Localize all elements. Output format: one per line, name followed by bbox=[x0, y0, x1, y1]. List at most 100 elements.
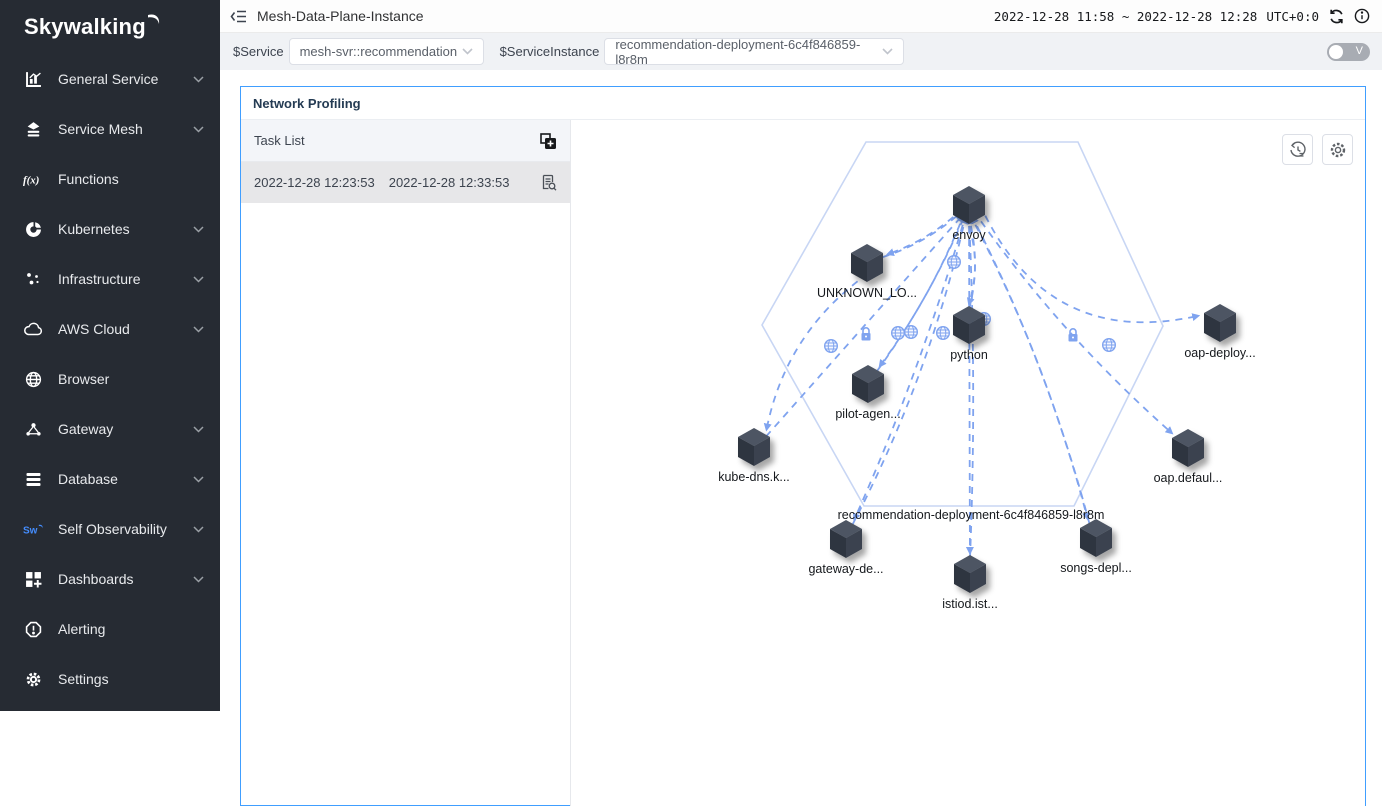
sidebar-item-service-mesh[interactable]: Service Mesh bbox=[0, 104, 220, 154]
sidebar-item-label: General Service bbox=[58, 71, 158, 87]
instance-hexagon-label: recommendation-deployment-6c4f846859-l8r… bbox=[838, 508, 1105, 522]
sidebar-item-dashboards[interactable]: Dashboards bbox=[0, 554, 220, 604]
logo-text: Skywalking bbox=[24, 14, 146, 40]
topology-edge-songs-envoy[interactable] bbox=[973, 217, 1090, 524]
topology-node-unknown[interactable]: UNKNOWN_LO... bbox=[817, 244, 917, 300]
node-label: pilot-agen... bbox=[835, 407, 900, 421]
topology-node-oapdeploy[interactable]: oap-deploy... bbox=[1184, 304, 1255, 360]
sidebar-item-aws-cloud[interactable]: AWS Cloud bbox=[0, 304, 220, 354]
chevron-down-icon bbox=[193, 76, 204, 83]
cube-icon bbox=[852, 365, 884, 403]
new-task-button[interactable] bbox=[539, 132, 557, 150]
gateway-icon bbox=[23, 421, 43, 438]
topology-node-songs[interactable]: songs-depl... bbox=[1060, 519, 1132, 575]
topology-edge-envoy-songs[interactable] bbox=[975, 225, 1087, 519]
sidebar-item-label: Functions bbox=[58, 171, 119, 187]
sidebar-item-database[interactable]: Database bbox=[0, 454, 220, 504]
panel-title: Network Profiling bbox=[241, 87, 1365, 120]
cube-icon bbox=[953, 186, 985, 224]
toggle-label: V bbox=[1356, 45, 1363, 57]
sidebar-item-label: Settings bbox=[58, 671, 109, 687]
service-label: $Service bbox=[233, 44, 284, 59]
self-observability-icon: Sw bbox=[23, 522, 43, 537]
sidebar-item-general-service[interactable]: General Service bbox=[0, 54, 220, 104]
timezone: UTC+0:0 bbox=[1266, 9, 1319, 24]
skywalking-logo[interactable]: Skywalking bbox=[0, 0, 220, 46]
instance-select[interactable]: recommendation-deployment-6c4f846859-l8r… bbox=[604, 38, 904, 65]
task-list-title: Task List bbox=[254, 133, 305, 148]
cube-icon bbox=[953, 306, 985, 344]
topology-node-kubedns[interactable]: kube-dns.k... bbox=[718, 428, 790, 484]
chevron-down-icon bbox=[462, 48, 473, 55]
top-navbar: Mesh-Data-Plane-Instance 2022-12-28 11:5… bbox=[220, 0, 1382, 33]
sidebar-item-label: Service Mesh bbox=[58, 121, 143, 137]
variables-bar: $Service mesh-svr::recommendation $Servi… bbox=[220, 33, 1382, 70]
dashboards-icon bbox=[23, 571, 43, 588]
topology-node-pilot[interactable]: pilot-agen... bbox=[835, 365, 900, 421]
instance-label: $ServiceInstance bbox=[500, 44, 600, 59]
chevron-down-icon bbox=[193, 226, 204, 233]
chevron-down-icon bbox=[882, 48, 893, 55]
cube-icon bbox=[738, 428, 770, 466]
topology-pane: envoy UNKNOWN_LO...python pilot-agen... kub… bbox=[571, 120, 1365, 806]
node-label: UNKNOWN_LO... bbox=[817, 286, 917, 300]
sidebar-menu: General Service Service Mesh f(x) Functions… bbox=[0, 54, 220, 704]
kubernetes-icon bbox=[23, 221, 43, 238]
topology-edge-envoy-oapdeploy[interactable] bbox=[985, 216, 1198, 323]
node-label: kube-dns.k... bbox=[718, 470, 790, 484]
main-area: Mesh-Data-Plane-Instance 2022-12-28 11:5… bbox=[220, 0, 1382, 711]
refresh-icon[interactable] bbox=[1328, 8, 1345, 25]
info-icon[interactable] bbox=[1354, 8, 1370, 24]
topology-node-oapdefault[interactable]: oap.defaul... bbox=[1154, 429, 1223, 485]
cube-icon bbox=[1204, 304, 1236, 342]
topology-node-envoy[interactable]: envoy bbox=[952, 186, 986, 242]
node-label: istiod.ist... bbox=[942, 597, 998, 611]
time-range[interactable]: 2022-12-28 11:58 ~ 2022-12-28 12:28 bbox=[994, 9, 1257, 24]
service-select[interactable]: mesh-svr::recommendation bbox=[289, 38, 484, 65]
settings-icon bbox=[23, 671, 43, 688]
topology-node-python[interactable]: python bbox=[950, 306, 988, 362]
chevron-down-icon bbox=[193, 326, 204, 333]
topology-edge-envoy-istiod[interactable] bbox=[969, 226, 970, 553]
topology-edge-envoy-oapdefault[interactable] bbox=[981, 221, 1172, 433]
protocol-globe-icon bbox=[905, 326, 918, 339]
sidebar-item-kubernetes[interactable]: Kubernetes bbox=[0, 204, 220, 254]
task-detail-icon[interactable] bbox=[540, 174, 557, 191]
instance-select-value: recommendation-deployment-6c4f846859-l8r… bbox=[615, 37, 882, 67]
topology-edge-envoy-unknown[interactable] bbox=[888, 217, 953, 254]
sidebar-item-self-observability[interactable]: Sw Self Observability bbox=[0, 504, 220, 554]
browser-icon bbox=[23, 371, 43, 388]
task-start-time: 2022-12-28 12:23:53 bbox=[254, 175, 375, 190]
topology-node-istiod[interactable]: istiod.ist... bbox=[942, 555, 998, 611]
sidebar-item-label: Kubernetes bbox=[58, 221, 130, 237]
node-label: gateway-de... bbox=[808, 562, 883, 576]
settings-gear-button[interactable] bbox=[1322, 134, 1353, 165]
sidebar-item-label: Infrastructure bbox=[58, 271, 140, 287]
cube-icon bbox=[1172, 429, 1204, 467]
svg-text:Sw: Sw bbox=[23, 525, 38, 536]
task-row[interactable]: 2022-12-28 12:23:532022-12-28 12:33:53 bbox=[241, 162, 570, 203]
sidebar-item-infrastructure[interactable]: Infrastructure bbox=[0, 254, 220, 304]
chevron-down-icon bbox=[193, 476, 204, 483]
node-label: oap-deploy... bbox=[1184, 346, 1255, 360]
cube-icon bbox=[851, 244, 883, 282]
general-service-icon bbox=[23, 71, 43, 88]
sidebar-item-alerting[interactable]: Alerting bbox=[0, 604, 220, 654]
node-label: envoy bbox=[952, 228, 986, 242]
database-icon bbox=[23, 472, 43, 487]
sidebar-item-browser[interactable]: Browser bbox=[0, 354, 220, 404]
sidebar-item-settings[interactable]: Settings bbox=[0, 654, 220, 704]
cube-icon bbox=[830, 520, 862, 558]
sidebar-item-gateway[interactable]: Gateway bbox=[0, 404, 220, 454]
sidebar-item-label: Self Observability bbox=[58, 521, 167, 537]
task-timeline-button[interactable] bbox=[1282, 134, 1313, 165]
service-select-value: mesh-svr::recommendation bbox=[300, 44, 458, 59]
protocol-globe-icon bbox=[937, 327, 950, 340]
functions-icon: f(x) bbox=[23, 172, 43, 187]
topology-node-gateway[interactable]: gateway-de... bbox=[808, 520, 883, 576]
sidebar-item-functions[interactable]: f(x) Functions bbox=[0, 154, 220, 204]
tls-lock-icon bbox=[1069, 329, 1078, 342]
protocol-globe-icon bbox=[825, 340, 838, 353]
view-toggle[interactable]: V bbox=[1327, 43, 1370, 61]
back-to-dashboard-list-icon[interactable] bbox=[230, 9, 247, 24]
